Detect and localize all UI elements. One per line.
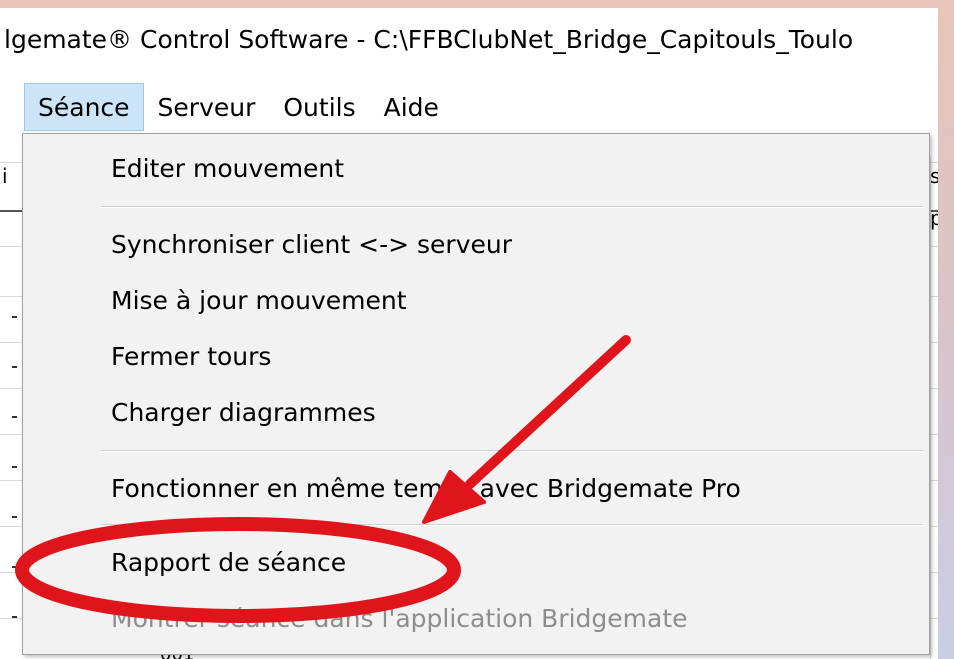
menu-seance[interactable]: Séance	[24, 83, 144, 131]
menu-item-mise-a-jour-mouvement[interactable]: Mise à jour mouvement	[111, 280, 407, 320]
menu-separator	[101, 524, 923, 526]
background-fragment: s	[930, 164, 938, 188]
tick-mark	[12, 416, 17, 418]
menu-item-rapport-de-seance[interactable]: Rapport de séance	[111, 542, 346, 582]
tick-mark	[12, 616, 17, 618]
menu-item-synchroniser[interactable]: Synchroniser client <-> serveur	[111, 224, 512, 264]
menu-outils[interactable]: Outils	[269, 83, 369, 131]
tick-mark	[12, 466, 17, 468]
background-fragment: i	[2, 164, 8, 188]
tick-mark	[12, 316, 17, 318]
menu-item-charger-diagrammes[interactable]: Charger diagrammes	[111, 392, 376, 432]
menu-separator	[101, 450, 923, 452]
menu-item-fermer-tours[interactable]: Fermer tours	[111, 336, 271, 376]
tick-mark	[12, 366, 17, 368]
menu-aide[interactable]: Aide	[370, 83, 453, 131]
menu-item-fonctionner-bridgemate-pro[interactable]: Fonctionner en même temps avec Bridgemat…	[111, 468, 741, 508]
tick-mark	[12, 516, 17, 518]
menu-bar: Séance Serveur Outils Aide	[0, 82, 938, 132]
menu-separator	[101, 206, 923, 208]
menu-serveur[interactable]: Serveur	[144, 83, 270, 131]
menu-item-montrer-seance: Montrer séance dans l'application Bridge…	[111, 603, 688, 633]
menu-item-editer-mouvement[interactable]: Editer mouvement	[111, 148, 344, 188]
window-title: lgemate® Control Software - C:\FFBClubNe…	[4, 24, 854, 54]
background-fragment: p	[930, 206, 938, 230]
seance-dropdown-menu: Editer mouvement Synchroniser client <->…	[22, 133, 930, 655]
table-column	[930, 156, 931, 659]
tick-mark	[12, 566, 17, 568]
